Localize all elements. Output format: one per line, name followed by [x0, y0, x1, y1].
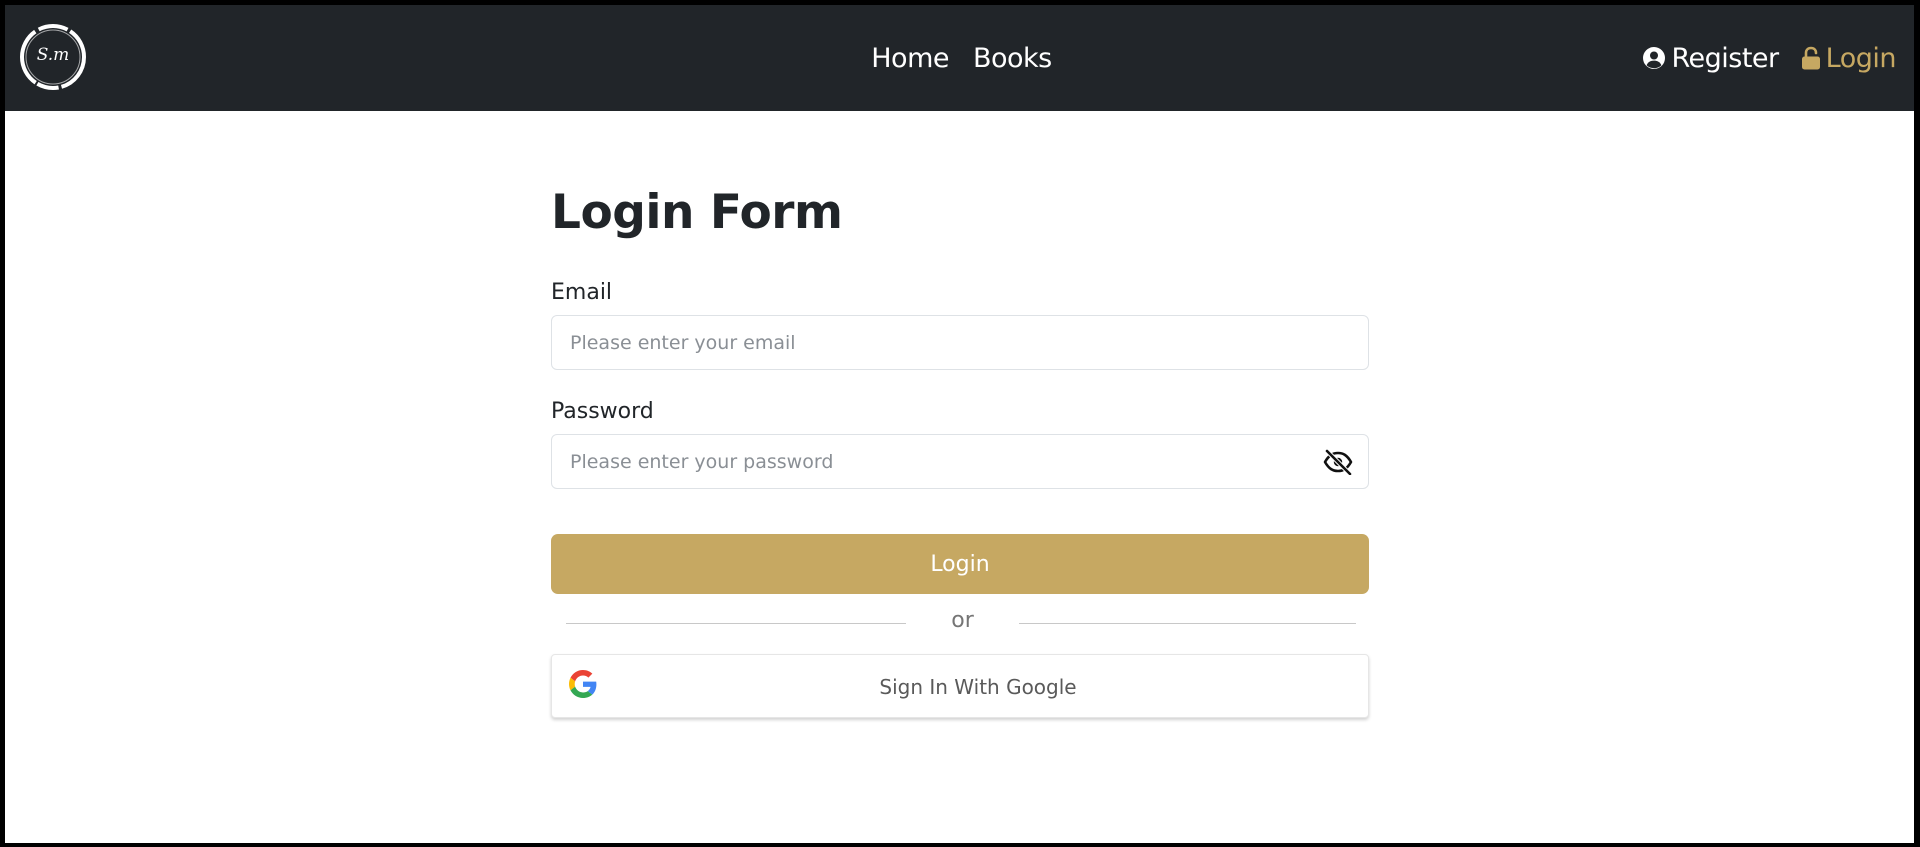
unlock-icon: [1801, 46, 1821, 70]
login-submit-button[interactable]: Login: [551, 534, 1369, 594]
password-field[interactable]: [551, 434, 1369, 489]
divider-left: [566, 623, 906, 624]
email-field[interactable]: [551, 315, 1369, 370]
divider-or-text: or: [951, 608, 974, 633]
nav-register-link[interactable]: Register: [1642, 42, 1779, 74]
email-label: Email: [551, 280, 613, 305]
divider-right: [1019, 623, 1356, 624]
brand-logo[interactable]: S.m: [17, 21, 89, 93]
user-circle-icon: [1642, 46, 1666, 70]
nav-login-link[interactable]: Login: [1801, 42, 1897, 74]
google-signin-button[interactable]: Sign In With Google: [551, 654, 1369, 718]
nav-link-books[interactable]: Books: [973, 43, 1052, 74]
main-nav: Home Books: [5, 5, 1914, 111]
google-signin-label: Sign In With Google: [879, 675, 1077, 699]
nav-login-label: Login: [1825, 42, 1897, 74]
nav-link-home[interactable]: Home: [871, 43, 949, 74]
password-label: Password: [551, 399, 654, 424]
eye-slash-icon[interactable]: [1323, 449, 1353, 475]
page-title: Login Form: [551, 185, 843, 240]
auth-nav: Register Login: [1642, 5, 1897, 111]
page-frame: S.m Home Books Register Login Login Form…: [5, 5, 1914, 843]
navbar: S.m Home Books Register Login: [5, 5, 1914, 111]
logo-text: S.m: [36, 45, 70, 65]
nav-register-label: Register: [1671, 42, 1779, 74]
